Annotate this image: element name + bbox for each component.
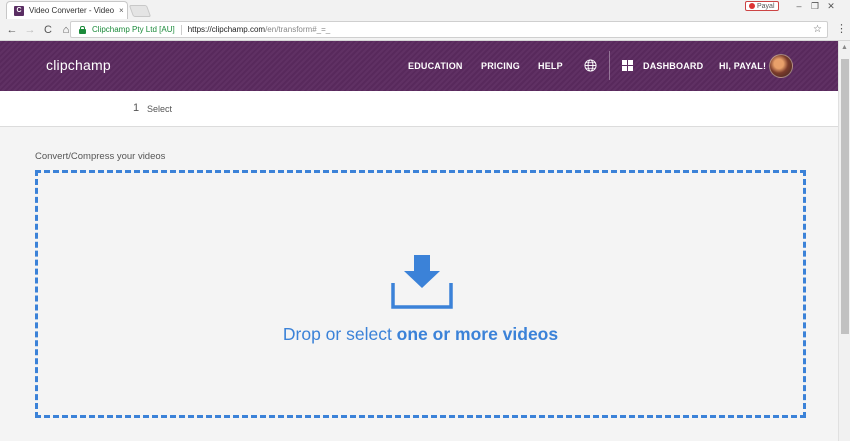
clipchamp-favicon-icon: C: [14, 5, 24, 16]
browser-menu-icon[interactable]: ⋮: [836, 22, 847, 35]
page-scrollbar[interactable]: ▲: [838, 41, 850, 441]
video-dropzone[interactable]: Drop or select one or more videos: [35, 170, 806, 418]
browser-toolbar: ← → C ⌂ Clipchamp Pty Ltd [AU] https://c…: [0, 19, 850, 41]
dashboard-grid-icon: [622, 60, 633, 71]
dropzone-label[interactable]: Drop or select one or more videos: [38, 324, 803, 345]
bookmark-star-icon[interactable]: ☆: [813, 24, 822, 35]
nav-divider: [609, 51, 610, 80]
site-identity[interactable]: Clipchamp Pty Ltd [AU]: [92, 25, 175, 34]
globe-icon[interactable]: [584, 59, 597, 72]
profile-name: Payal: [757, 2, 775, 10]
step-number: 1: [133, 102, 140, 114]
main-content: Convert/Compress your videos Drop or sel…: [0, 127, 838, 441]
scroll-up-arrow-icon[interactable]: ▲: [841, 44, 848, 51]
nav-user-greeting[interactable]: HI, PAYAL!: [719, 61, 766, 71]
nav-help[interactable]: HELP: [538, 61, 563, 71]
drop-text-prefix: Drop or select: [282, 324, 397, 344]
browser-tab[interactable]: C Video Converter - Video ×: [6, 1, 128, 19]
download-icon: [391, 255, 453, 309]
section-title: Convert/Compress your videos: [35, 151, 166, 162]
back-button[interactable]: ←: [3, 21, 21, 39]
nav-dashboard[interactable]: DASHBOARD: [643, 61, 703, 71]
tab-close-icon[interactable]: ×: [119, 6, 124, 15]
new-tab-button[interactable]: [128, 5, 152, 17]
drop-text-bold: one or more videos: [396, 324, 559, 344]
address-bar[interactable]: Clipchamp Pty Ltd [AU] https://clipchamp…: [70, 21, 828, 38]
step-label: Select: [147, 104, 173, 114]
nav-education[interactable]: EDUCATION: [408, 61, 463, 71]
url-separator: [180, 24, 182, 35]
url-path: /en/transform#_=_: [265, 25, 331, 34]
profile-icon: [749, 3, 755, 9]
app-header: clipchamp EDUCATION PRICING HELP DASHBOA…: [0, 41, 838, 91]
browser-tabstrip: C Video Converter - Video × Payal – ❐ ✕: [0, 0, 850, 19]
scrollbar-thumb[interactable]: [841, 59, 849, 334]
lock-icon: [79, 25, 86, 34]
forward-button[interactable]: →: [21, 21, 39, 39]
profile-badge[interactable]: Payal: [745, 1, 779, 11]
step-bar: 1 Select: [0, 91, 838, 127]
avatar[interactable]: [769, 54, 793, 78]
nav-pricing[interactable]: PRICING: [481, 61, 520, 71]
clipchamp-logo[interactable]: clipchamp: [46, 57, 111, 73]
url-host: https://clipchamp.com: [187, 25, 266, 34]
close-window-button[interactable]: ✕: [822, 0, 840, 12]
reload-button[interactable]: C: [39, 21, 57, 39]
tab-title: Video Converter - Video: [29, 6, 115, 15]
